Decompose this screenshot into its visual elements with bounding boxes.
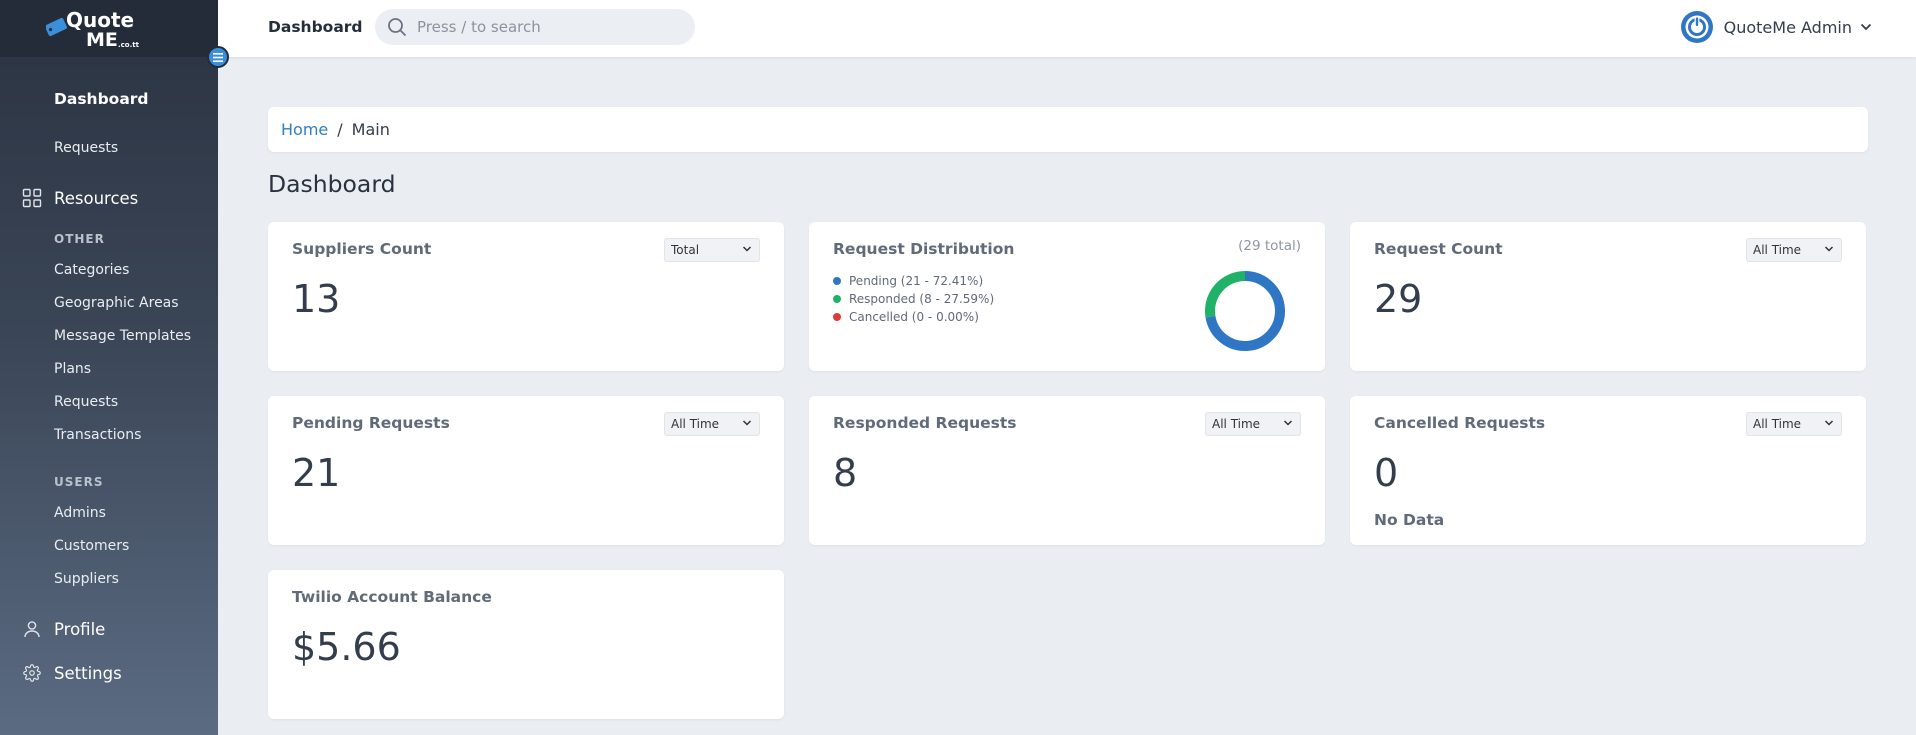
no-data-label: No Data [1374,511,1445,529]
pending-requests-card: Pending Requests All Time 21 [268,396,784,545]
request-distribution-donut-chart [1205,271,1285,351]
card-title: Pending Requests [292,414,450,432]
pending-range-select[interactable]: All Time [664,412,760,436]
search-icon [388,18,407,37]
user-icon [22,619,42,639]
card-value: 29 [1374,277,1423,321]
sidebar-toggle-button[interactable] [207,46,229,68]
logo-bar: Quote ME .co.tt [0,0,218,57]
sidebar-item-requests[interactable]: Requests [54,140,118,156]
legend-item-responded: Responded (8 - 27.59%) [833,290,994,308]
sidebar-item-requests-resource[interactable]: Requests [54,394,118,410]
suppliers-range-select[interactable]: Total [664,238,760,262]
avatar [1680,11,1713,43]
sidebar-item-label: Settings [54,663,122,683]
request-count-card: Request Count All Time 29 [1350,222,1866,371]
sidebar-item-dashboard[interactable]: Dashboard [54,90,149,108]
menu-icon [213,52,223,62]
card-title: Request Distribution [833,240,1015,258]
twilio-balance-card: Twilio Account Balance $5.66 [268,570,784,719]
sidebar-item-suppliers[interactable]: Suppliers [54,571,119,587]
breadcrumb-separator: / [337,120,343,139]
grid-icon [22,188,42,208]
top-header: Dashboard QuoteMe Admin [218,0,1916,57]
responded-requests-card: Responded Requests All Time 8 [809,396,1325,545]
svg-text:.co.tt: .co.tt [118,41,140,49]
distribution-total: (29 total) [1238,238,1301,254]
quoteme-logo[interactable]: Quote ME .co.tt [46,5,146,51]
sidebar-item-resources[interactable]: Resources [22,188,138,208]
sidebar-item-settings[interactable]: Settings [22,663,122,683]
sidebar-item-label: Profile [54,619,106,639]
request-distribution-card: Request Distribution (29 total) Pending … [809,222,1325,371]
cancelled-range-select[interactable]: All Time [1746,412,1842,436]
sidebar-item-categories[interactable]: Categories [54,262,129,278]
sidebar: Quote ME .co.tt Dashboard Requests Resou… [0,0,218,735]
card-title: Suppliers Count [292,240,432,258]
legend-label: Pending (21 - 72.41%) [849,274,984,288]
legend-item-pending: Pending (21 - 72.41%) [833,272,994,290]
breadcrumb: Home / Main [268,107,1868,152]
legend-label: Responded (8 - 27.59%) [849,292,995,306]
legend-dot [833,277,841,285]
request-count-range-select[interactable]: All Time [1746,238,1842,262]
chart-legend: Pending (21 - 72.41%) Responded (8 - 27.… [833,272,994,326]
card-title: Cancelled Requests [1374,414,1546,432]
sidebar-item-plans[interactable]: Plans [54,361,91,377]
legend-label: Cancelled (0 - 0.00%) [849,310,979,324]
sidebar-item-customers[interactable]: Customers [54,538,129,554]
donut-slice-responded [1205,271,1246,318]
suppliers-count-card: Suppliers Count Total 13 [268,222,784,371]
card-value: 8 [833,451,858,495]
svg-text:ME: ME [86,29,118,51]
section-label-users: USERS [54,475,104,489]
card-title: Request Count [1374,240,1503,258]
page-title: Dashboard [268,170,396,198]
card-title: Twilio Account Balance [292,588,492,606]
breadcrumb-home-link[interactable]: Home [281,120,328,139]
card-value: 13 [292,277,341,321]
section-label-other: OTHER [54,232,105,246]
sidebar-item-message-templates[interactable]: Message Templates [54,328,191,344]
chevron-down-icon [1860,23,1872,31]
sidebar-item-profile[interactable]: Profile [22,619,105,639]
search-box[interactable] [375,9,695,45]
sidebar-item-admins[interactable]: Admins [54,505,106,521]
card-value: $5.66 [292,625,401,669]
card-value: 21 [292,451,341,495]
responded-range-select[interactable]: All Time [1205,412,1301,436]
user-name: QuoteMe Admin [1723,17,1852,37]
sidebar-item-transactions[interactable]: Transactions [54,427,141,443]
sidebar-item-geographic-areas[interactable]: Geographic Areas [54,295,179,311]
legend-item-cancelled: Cancelled (0 - 0.00%) [833,308,994,326]
gear-icon [22,663,42,683]
cancelled-requests-card: Cancelled Requests All Time 0 No Data [1350,396,1866,545]
breadcrumb-current: Main [351,120,390,139]
legend-dot [833,295,841,303]
search-input[interactable] [417,18,677,36]
card-title: Responded Requests [833,414,1017,432]
user-menu[interactable]: QuoteMe Admin [1680,10,1872,44]
header-title: Dashboard [268,18,363,36]
sidebar-item-label: Resources [54,188,139,208]
card-value: 0 [1374,451,1399,495]
legend-dot [833,313,841,321]
